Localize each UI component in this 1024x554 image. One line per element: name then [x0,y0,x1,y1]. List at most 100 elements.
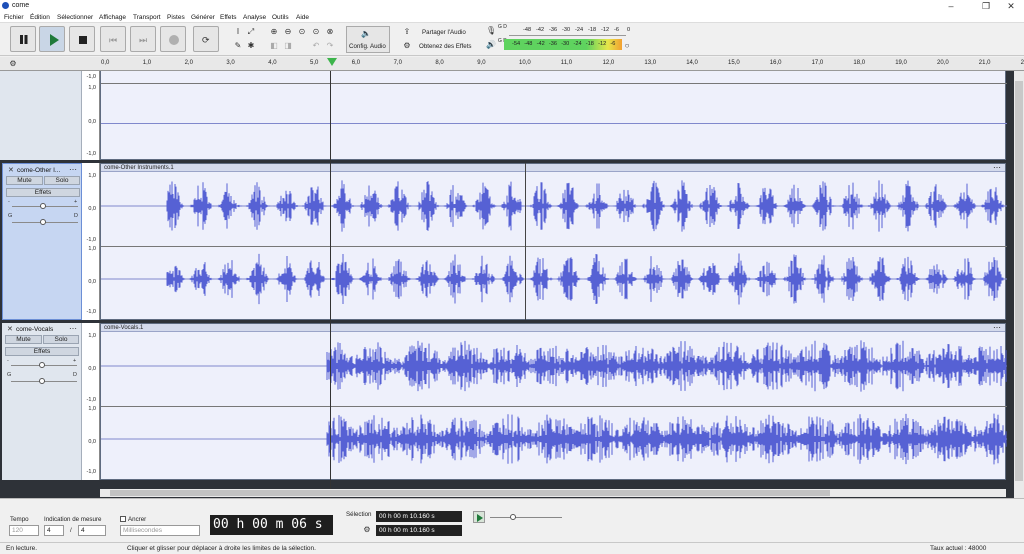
menu-analyse[interactable]: Analyse [243,14,266,21]
pause-button[interactable] [10,26,36,52]
play-at-speed-button[interactable] [473,511,485,523]
menu-effets[interactable]: Effets [220,14,237,21]
skip-end-button[interactable]: ⏭ [130,26,156,52]
ruler-tick-label: 18,0 [853,60,866,66]
vertical-scrollbar[interactable] [1014,71,1024,498]
gain-plus-label: + [74,199,78,205]
ruler-tick-label: 9,0 [477,60,486,66]
clip-header[interactable]: come-Vocals.1 ⋯ [101,323,1005,332]
playhead-marker[interactable] [327,58,337,66]
pan-knob[interactable] [39,378,45,384]
selection-end[interactable]: 00 h 00 m 10.160 s [376,525,462,536]
stop-button[interactable] [69,26,95,52]
track-name[interactable]: come-Vocals [16,326,53,333]
track-menu-icon[interactable]: ⋯ [69,324,77,333]
selection-start[interactable]: 00 h 00 m 10.160 s [376,511,462,522]
play-button[interactable] [39,26,65,52]
selection-settings-icon[interactable]: ⚙ [362,525,372,535]
record-button[interactable] [160,26,186,52]
ruler-settings-icon[interactable]: ⚙ [8,59,18,69]
pan-right-label: D [73,372,77,378]
menu-selectionner[interactable]: Sélectionner [57,14,93,21]
undo-icon[interactable]: ↶ [311,41,321,51]
mute-button[interactable]: Mute [5,335,42,344]
close-icon[interactable]: ✕ [998,0,1024,12]
clip-other-instruments[interactable]: come-Other Instruments.1 ⋯ [100,163,1007,320]
minimize-icon[interactable]: – [938,0,964,12]
menu-outils[interactable]: Outils [272,14,289,21]
track-close-icon[interactable]: ✕ [7,325,13,333]
fit-selection-icon[interactable]: ⊙ [297,27,307,37]
clip-menu-icon[interactable]: ⋯ [993,163,1001,172]
time-signature-denominator[interactable]: 4 [78,525,106,536]
playback-meter[interactable]: -54 -48 -42 -36 -30 -24 -18 -12 -6 [504,39,622,50]
effects-button[interactable]: Effets [5,347,79,356]
bottom-toolbar: Tempo 120 Indication de mesure 4 / 4 Anc… [0,498,1024,542]
multi-tool-icon[interactable]: ✱ [246,41,256,51]
pan-knob[interactable] [40,219,46,225]
track-panel-vocals[interactable]: ✕ come-Vocals ⋯ Mute Solo Effets - + G D [2,323,82,480]
menu-generer[interactable]: Générer [191,14,215,21]
fit-project-icon[interactable]: ⊙ [311,27,321,37]
mute-button[interactable]: Mute [6,176,43,185]
solo-button[interactable]: Solo [44,176,80,185]
silence-icon[interactable]: ◨ [283,41,293,51]
clip-vocals[interactable]: come-Vocals.1 ⋯ [100,323,1007,480]
redo-icon[interactable]: ↷ [325,41,335,51]
microphone-icon[interactable]: 🎙 [486,26,496,36]
timeline-ruler[interactable]: ⚙ 0,0 1,0 2,0 3,0 4,0 5,0 6,0 7,0 8,0 9,0 10,0 11,0… [0,57,1024,71]
ruler-tick-label: 15,0 [728,60,740,66]
loop-button[interactable]: ⟳ [193,26,219,52]
gain-knob[interactable] [40,203,46,209]
solo-button[interactable]: Solo [43,335,79,344]
meter-knob-icon[interactable]: ○ [622,41,632,51]
track-panel-top[interactable] [0,71,82,160]
skip-start-button[interactable]: ⏮ [100,26,126,52]
meter-tick-label: -42 [536,27,545,33]
track-close-icon[interactable]: ✕ [8,166,14,174]
tempo-input[interactable]: 120 [9,525,39,536]
speaker-meter-icon[interactable]: 🔊 [486,40,496,50]
snap-checkbox[interactable] [120,516,126,522]
scrollbar-thumb[interactable] [110,490,830,496]
ruler-tick-label: 2,0 [184,60,193,66]
snap-unit-select[interactable]: Millisecondes [120,525,200,536]
menu-edition[interactable]: Édition [30,14,50,21]
playback-speed-slider[interactable] [490,517,562,518]
maximize-icon[interactable]: ❐ [973,0,999,12]
audio-setup-button[interactable]: 🔈 Config. Audio [346,26,390,53]
menu-aide[interactable]: Aide [296,14,309,21]
vertical-scrollbar-thumb[interactable] [1015,81,1023,481]
playback-speed-knob[interactable] [510,514,516,520]
clip-header[interactable]: come-Other Instruments.1 ⋯ [101,163,1005,172]
status-hint: Cliquer et glisser pour déplacer à droit… [127,545,316,552]
horizontal-scrollbar[interactable] [100,489,1006,497]
window-title: come [12,2,30,9]
zoom-toggle-icon[interactable]: ⊗ [325,27,335,37]
get-effects-button[interactable]: Obtenez des Effets [419,43,472,50]
time-signature-numerator[interactable]: 4 [44,525,64,536]
app-icon [2,2,9,9]
tracks-area[interactable]: -1,0 1,0 0,0 -1,0 ✕ come-Other I... ⋯ Mu… [0,71,1014,498]
draw-tool-icon[interactable]: ✎ [233,41,243,51]
track-panel-other-instruments[interactable]: ✕ come-Other I... ⋯ Mute Solo Effets - +… [2,163,82,320]
share-audio-button[interactable]: Partager l'Audio [422,29,466,36]
track-name[interactable]: come-Other I... [17,167,60,174]
menu-fichier[interactable]: Fichier [4,14,24,21]
time-display[interactable]: 00 h 00 m 06 s [210,515,333,535]
menu-transport[interactable]: Transport [133,14,161,21]
clip-menu-icon[interactable]: ⋯ [993,323,1001,332]
zoom-out-icon[interactable]: ⊖ [283,27,293,37]
menu-affichage[interactable]: Affichage [99,14,126,21]
trim-icon[interactable]: ◧ [269,41,279,51]
effects-button[interactable]: Effets [6,188,80,197]
zoom-in-icon[interactable]: ⊕ [269,27,279,37]
status-bar: En lecture. Cliquer et glisser pour dépl… [0,542,1024,554]
track-menu-icon[interactable]: ⋯ [69,165,77,174]
clip-top[interactable] [100,71,1007,160]
gain-knob[interactable] [39,362,45,368]
selection-tool-icon[interactable]: I [233,27,243,37]
record-meter[interactable]: -48 -42 -36 -30 -24 -18 -12 -6 0 [509,26,630,36]
menu-pistes[interactable]: Pistes [167,14,185,21]
envelope-tool-icon[interactable]: ⤢ [246,27,256,37]
